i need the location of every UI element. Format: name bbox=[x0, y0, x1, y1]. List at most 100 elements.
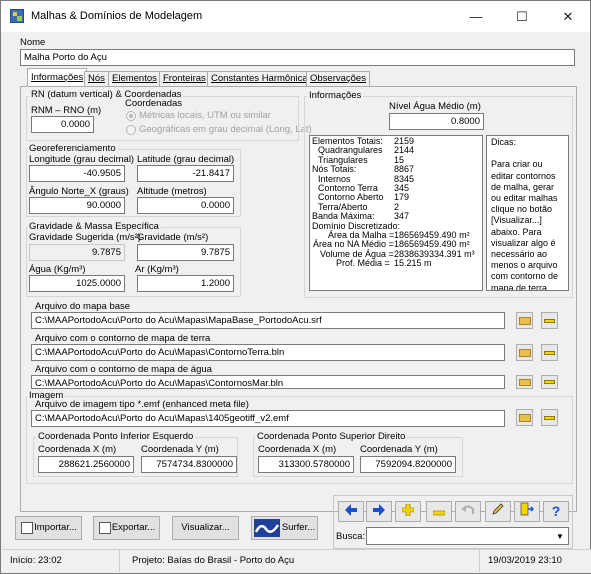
title-bar: Malhas & Domínios de Modelagem — ☐ ✕ bbox=[1, 1, 590, 32]
nivel-input[interactable]: 0.8000 bbox=[389, 113, 484, 130]
sup-x-input[interactable]: 313300.5780000 bbox=[258, 456, 354, 473]
stat-row: Prof. Média = 15.215 m bbox=[310, 258, 482, 269]
inf-x-input[interactable]: 288621.2560000 bbox=[38, 456, 134, 473]
app-icon bbox=[10, 9, 24, 23]
folder-icon bbox=[519, 317, 531, 325]
next-button[interactable] bbox=[366, 501, 392, 522]
geograficas-radio[interactable] bbox=[126, 125, 136, 135]
exit-button[interactable] bbox=[514, 501, 540, 522]
visualizar-button[interactable]: Visualizar... bbox=[172, 516, 239, 540]
georef-group-title: Georeferenciamento bbox=[27, 143, 118, 154]
inf-x-label: Coordenada X (m) bbox=[38, 444, 117, 455]
angulo-label: Ângulo Norte_X (graus) bbox=[29, 186, 129, 197]
tab-observacoes[interactable]: Observações bbox=[306, 71, 370, 86]
nivel-label: Nível Água Médio (m) bbox=[389, 101, 481, 112]
window-title: Malhas & Domínios de Modelagem bbox=[31, 10, 203, 22]
latitude-label: Latitude (grau decimal) bbox=[137, 154, 235, 165]
undo-button[interactable] bbox=[455, 501, 481, 522]
exportar-button[interactable]: Exportar... bbox=[93, 516, 160, 540]
tab-nos[interactable]: Nós bbox=[84, 71, 109, 86]
altitude-label: Altitude (metros) bbox=[137, 186, 207, 197]
grav-sugerida-label: Gravidade Sugerida (m/s²) bbox=[29, 232, 141, 243]
stat-value: 15.215 m bbox=[394, 258, 432, 269]
gravidade-input[interactable]: 9.7875 bbox=[137, 244, 234, 261]
agua-file-label: Arquivo com o contorno de mapa de água bbox=[35, 364, 212, 375]
minus-icon bbox=[544, 319, 555, 323]
prev-button[interactable] bbox=[338, 501, 364, 522]
busca-label: Busca: bbox=[336, 531, 366, 542]
surfer-button[interactable]: Surfer... bbox=[251, 516, 318, 540]
metricas-label: Métricas locais, UTM ou similar bbox=[139, 110, 271, 121]
sup-y-input[interactable]: 7592094.8200000 bbox=[360, 456, 456, 473]
maximize-button[interactable]: ☐ bbox=[499, 1, 545, 32]
agua-label: Água (Kg/m³) bbox=[29, 264, 86, 275]
terra-folder-button[interactable] bbox=[516, 344, 533, 361]
terra-input[interactable]: C:\MAAPortodoAcu\Porto do Acu\Mapas\Cont… bbox=[31, 344, 505, 361]
tab-constantes-harmonicas[interactable]: Constantes Harmônicas bbox=[207, 71, 317, 86]
longitude-label: Longitude (grau decimal) bbox=[29, 154, 135, 165]
sup-y-label: Coordenada Y (m) bbox=[360, 444, 438, 455]
coordenadas-label: Coordenadas bbox=[125, 98, 183, 109]
nome-input[interactable]: Malha Porto do Açu bbox=[20, 49, 575, 66]
export-icon bbox=[99, 522, 111, 534]
pencil-icon bbox=[492, 503, 504, 515]
info-group-title: Informações bbox=[307, 90, 364, 101]
grav-sugerida-input: 9.7875 bbox=[29, 244, 125, 261]
geograficas-label: Geográficas em grau decimal (Long, Lat) bbox=[139, 124, 312, 135]
chevron-down-icon: ▼ bbox=[556, 532, 564, 541]
dicas-box: Dicas: Para criar ou editar contornos de… bbox=[486, 135, 569, 291]
terra-label: Arquivo com o contorno de mapa de terra bbox=[35, 333, 211, 344]
imagem-file-input[interactable]: C:\MAAPortodoAcu\Porto do Acu\Mapas\1405… bbox=[31, 410, 505, 427]
inf-group-title: Coordenada Ponto Inferior Esquerdo bbox=[36, 431, 196, 442]
status-inicio: Início: 23:02 bbox=[2, 550, 120, 572]
add-button[interactable] bbox=[395, 501, 421, 522]
arrow-right-icon bbox=[373, 504, 385, 516]
imagem-clear-button[interactable] bbox=[541, 409, 558, 426]
terra-clear-button[interactable] bbox=[541, 344, 558, 361]
importar-button[interactable]: Importar... bbox=[15, 516, 82, 540]
status-projeto: Projeto: Baías do Brasil - Porto do Açu bbox=[120, 550, 480, 572]
agua-clear-button[interactable] bbox=[541, 375, 558, 389]
import-icon bbox=[21, 522, 33, 534]
edit-button[interactable] bbox=[485, 501, 511, 522]
rnm-rno-label: RNM – RNO (m) bbox=[31, 105, 102, 116]
tab-informacoes[interactable]: Informações bbox=[27, 68, 88, 87]
imagem-folder-button[interactable] bbox=[516, 409, 533, 426]
busca-select[interactable] bbox=[366, 527, 569, 545]
gravidade-group-title: Gravidade & Massa Específica bbox=[27, 221, 161, 232]
folder-icon bbox=[519, 414, 531, 422]
plus-icon bbox=[401, 503, 415, 517]
imagem-file-label: Arquivo de imagem tipo *.emf (enhanced m… bbox=[35, 399, 249, 410]
sup-group-title: Coordenada Ponto Superior Direito bbox=[255, 431, 408, 442]
inf-y-input[interactable]: 7574734.8300000 bbox=[141, 456, 237, 473]
remove-button[interactable] bbox=[426, 501, 452, 522]
agua-file-input[interactable]: C:\MAAPortodoAcu\Porto do Acu\Mapas\Cont… bbox=[31, 375, 505, 389]
status-data: 19/03/2019 23:10 bbox=[488, 555, 562, 566]
mapa-base-label: Arquivo do mapa base bbox=[35, 301, 131, 312]
angulo-input[interactable]: 90.0000 bbox=[29, 197, 125, 214]
agua-input[interactable]: 1025.0000 bbox=[29, 275, 125, 292]
stat-key: Prof. Média = bbox=[336, 258, 390, 269]
surfer-icon bbox=[254, 519, 280, 537]
tab-elementos[interactable]: Elementos bbox=[108, 71, 161, 86]
longitude-input[interactable]: -40.9505 bbox=[29, 165, 125, 182]
gravidade-label: Gravidade (m/s²) bbox=[137, 232, 209, 243]
mapa-base-input[interactable]: C:\MAAPortodoAcu\Porto do Acu\Mapas\Mapa… bbox=[31, 312, 505, 329]
status-bar: Início: 23:02 Projeto: Baías do Brasil -… bbox=[2, 549, 591, 573]
mapa-base-clear-button[interactable] bbox=[541, 312, 558, 329]
mapa-base-folder-button[interactable] bbox=[516, 312, 533, 329]
altitude-input[interactable]: 0.0000 bbox=[137, 197, 234, 214]
metricas-radio[interactable] bbox=[126, 111, 136, 121]
sup-x-label: Coordenada X (m) bbox=[258, 444, 337, 455]
help-button[interactable]: ? bbox=[543, 501, 569, 522]
tab-fronteiras[interactable]: Fronteiras bbox=[159, 71, 210, 86]
minus-icon bbox=[544, 380, 555, 384]
agua-folder-button[interactable] bbox=[516, 375, 533, 389]
ar-label: Ar (Kg/m³) bbox=[135, 264, 179, 275]
latitude-input[interactable]: -21.8417 bbox=[137, 165, 234, 182]
rnm-rno-input[interactable]: 0.0000 bbox=[31, 116, 94, 133]
ar-input[interactable]: 1.2000 bbox=[137, 275, 234, 292]
close-button[interactable]: ✕ bbox=[545, 1, 591, 32]
minimize-button[interactable]: — bbox=[453, 1, 499, 32]
undo-icon bbox=[461, 505, 474, 514]
